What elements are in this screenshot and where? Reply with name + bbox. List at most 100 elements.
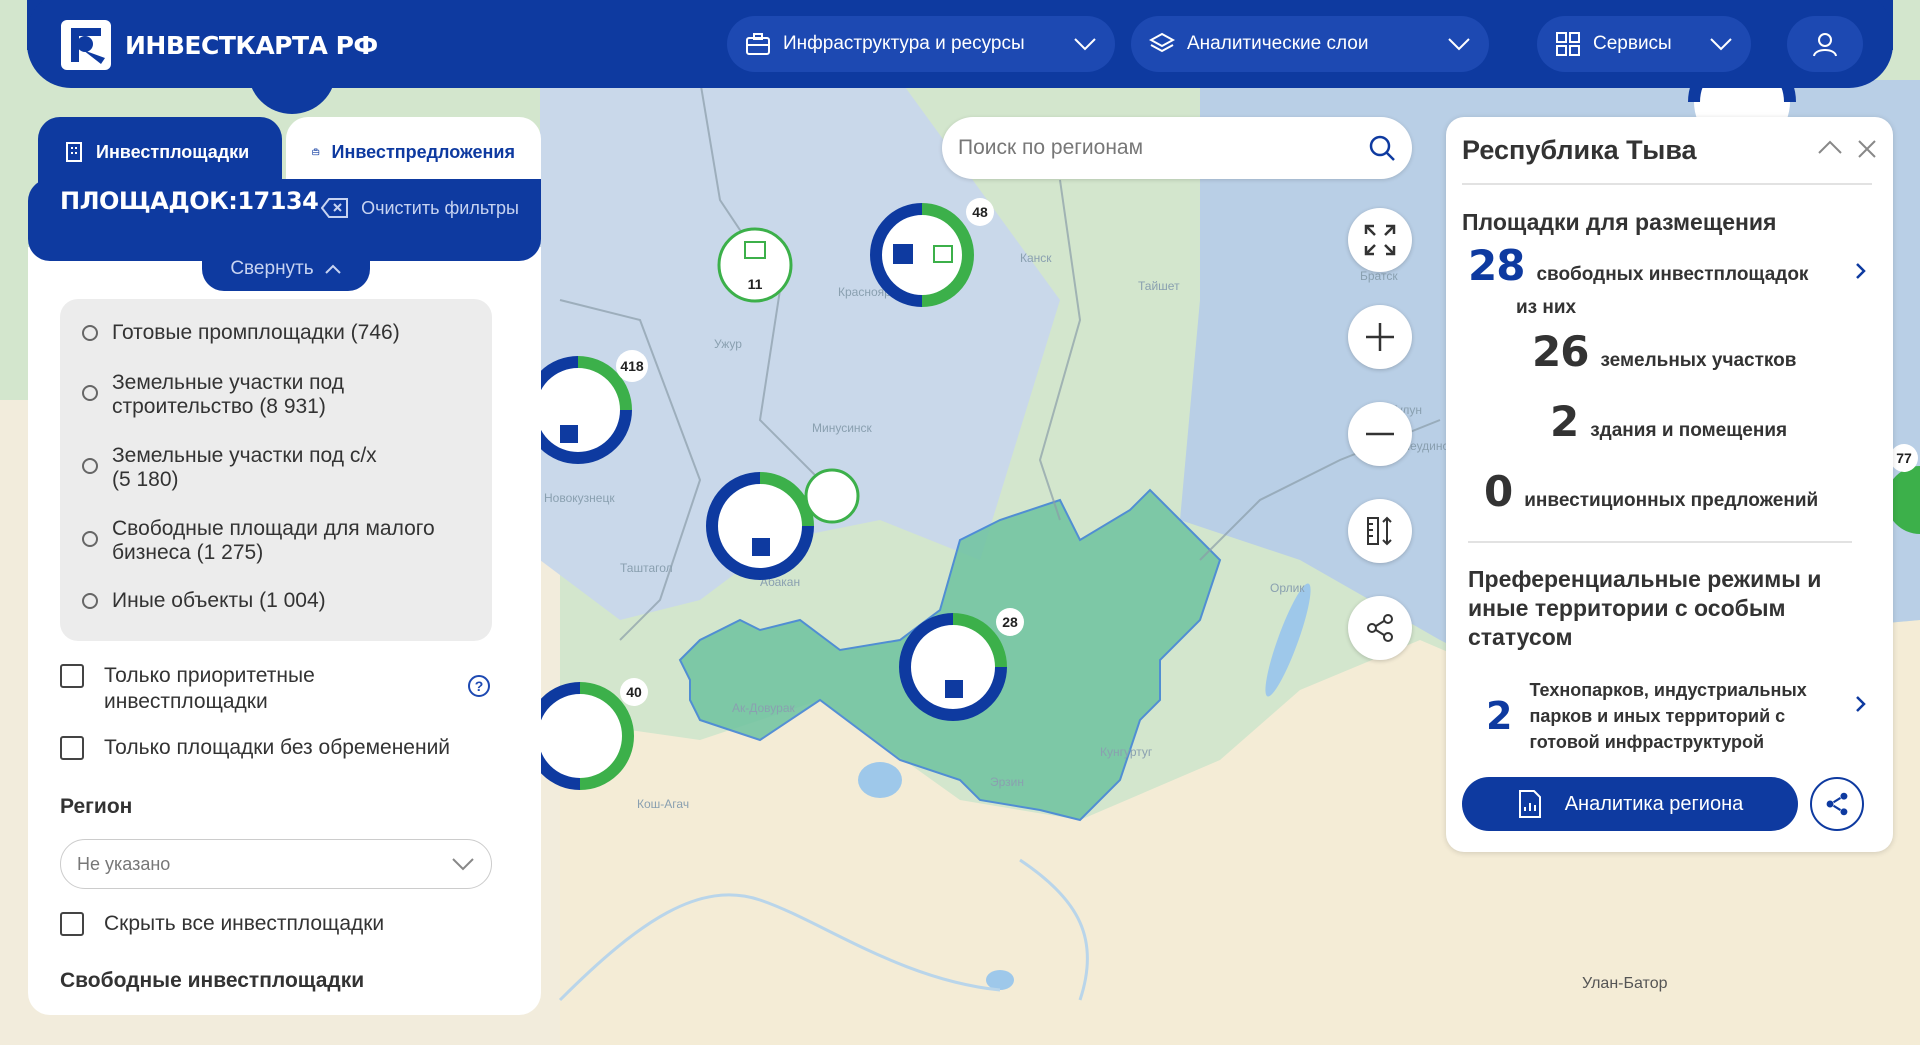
- nav-services-dropdown[interactable]: Сервисы: [1537, 16, 1751, 72]
- checkbox-label: инвестплощадки: [104, 690, 268, 713]
- analytics-button-label: Аналитика региона: [1564, 792, 1744, 815]
- chevron-right-icon[interactable]: [1855, 695, 1867, 713]
- chevron-down-icon: [1448, 38, 1470, 51]
- section-line: иные территории с особым: [1468, 595, 1786, 621]
- map-label: Минусинск: [812, 421, 873, 435]
- filter-option-label: Свободные площади для малого: [112, 517, 435, 540]
- no-encumbrance-checkbox-row[interactable]: Только площадки без обременений: [60, 735, 450, 761]
- divider: [1462, 183, 1872, 185]
- logo[interactable]: ИНВЕСТКАРТА РФ: [61, 20, 378, 70]
- grid-icon: [1556, 32, 1580, 56]
- map-label-ulan-bator: Улан-Батор: [1582, 975, 1668, 992]
- nav-infrastructure-dropdown[interactable]: Инфраструктура и ресурсы: [727, 16, 1115, 72]
- filter-option[interactable]: Готовые промплощадки (746): [82, 321, 400, 345]
- filter-option[interactable]: Земельные участки под с/х (5 180): [82, 444, 377, 492]
- tab-label: Инвестпредложения: [331, 141, 515, 162]
- tab-investsites[interactable]: Инвестплощадки: [38, 117, 282, 187]
- free-sites-stat[interactable]: 28 свободных инвестплощадок: [1468, 241, 1808, 290]
- close-icon[interactable]: [1857, 139, 1877, 159]
- cluster-count: 28: [1002, 614, 1018, 630]
- filter-option-label: (5 180): [112, 468, 179, 491]
- section-line: Преференциальные режимы и: [1468, 566, 1822, 592]
- chevron-right-icon[interactable]: [1855, 262, 1867, 280]
- stat-number: 2: [1486, 694, 1512, 738]
- briefcase-icon: [312, 148, 320, 156]
- map-label: Тайшет: [1138, 279, 1180, 293]
- map-cluster[interactable]: [706, 472, 814, 580]
- share-region-button[interactable]: [1810, 777, 1864, 831]
- stat-label: свободных инвестплощадок: [1536, 264, 1809, 285]
- collapse-button[interactable]: Свернуть: [202, 247, 370, 291]
- map-cluster[interactable]: 11: [717, 227, 793, 303]
- map-label: Таштагол: [620, 561, 673, 575]
- share-map-button[interactable]: [1348, 596, 1412, 660]
- nav-analytics-layers-dropdown[interactable]: Аналитические слои: [1131, 16, 1489, 72]
- region-analytics-button[interactable]: Аналитика региона: [1462, 777, 1798, 831]
- radio-button[interactable]: [82, 325, 98, 341]
- briefcase-icon: [746, 33, 770, 55]
- filter-option[interactable]: Земельные участки под строительство (8 93…: [82, 371, 344, 419]
- parks-line: парков и иных территорий с: [1529, 706, 1786, 726]
- filter-option-label: Земельные участки под с/х: [112, 444, 377, 467]
- no-encumbrance-checkbox[interactable]: [60, 736, 84, 760]
- search-icon[interactable]: [1368, 134, 1396, 162]
- user-profile-button[interactable]: [1787, 16, 1863, 72]
- filter-option[interactable]: Свободные площади для малого бизнеса (1 2…: [82, 517, 435, 565]
- stat-label: здания и помещения: [1590, 420, 1788, 441]
- priority-sites-checkbox[interactable]: [60, 664, 84, 688]
- nav-label: Сервисы: [1593, 33, 1672, 54]
- share-icon: [1826, 792, 1848, 816]
- filters-panel: Инвестпредложения Инвестплощадки ПЛОЩАДО…: [28, 117, 541, 1015]
- chevron-up-icon[interactable]: [1817, 139, 1843, 155]
- region-search-input[interactable]: Поиск по регионам: [942, 117, 1412, 179]
- map-label: Кош-Агач: [637, 797, 689, 811]
- building-icon: [66, 142, 82, 162]
- parks-line: готовой инфраструктурой: [1529, 732, 1765, 752]
- zoom-out-button[interactable]: [1348, 402, 1412, 466]
- top-navigation-bar: ИНВЕСТКАРТА РФ Инфраструктура и ресурсы …: [27, 0, 1893, 88]
- help-icon[interactable]: ?: [468, 675, 490, 697]
- minus-icon: [1366, 432, 1394, 436]
- parks-stat[interactable]: 2 Технопарков, индустриальных парков и и…: [1486, 677, 1807, 755]
- parks-label: Технопарков, индустриальных парков и ины…: [1529, 677, 1806, 755]
- cluster-count: 11: [748, 276, 763, 292]
- stat-number: 28: [1468, 241, 1525, 290]
- cluster-count: 77: [1896, 450, 1912, 466]
- checkbox-label: Только площадки без обременений: [104, 736, 451, 759]
- cluster-count: 40: [626, 684, 642, 700]
- radio-button[interactable]: [82, 593, 98, 609]
- priority-sites-checkbox-row[interactable]: Только приоритетные инвестплощадки: [60, 663, 315, 715]
- region-section-title: Регион: [60, 795, 133, 818]
- plus-icon: [1366, 323, 1394, 351]
- tab-investproposals[interactable]: Инвестпредложения: [286, 117, 541, 187]
- nav-label: Аналитические слои: [1187, 33, 1369, 54]
- stat-number: 2: [1550, 397, 1579, 446]
- region-select[interactable]: Не указано: [60, 839, 492, 889]
- ruler-button[interactable]: [1348, 499, 1412, 563]
- radio-button[interactable]: [82, 458, 98, 474]
- chevron-up-icon: [324, 264, 341, 274]
- map-cluster[interactable]: [804, 468, 860, 524]
- fullscreen-button[interactable]: [1348, 208, 1412, 272]
- preferential-section-title: Преференциальные режимы и иные территори…: [1468, 565, 1821, 652]
- cluster-count: 48: [972, 204, 988, 220]
- layers-icon: [1149, 32, 1175, 53]
- zoom-in-button[interactable]: [1348, 305, 1412, 369]
- filter-option[interactable]: Иные объекты (1 004): [82, 589, 326, 613]
- user-icon: [1813, 33, 1837, 57]
- parks-line: Технопарков, индустриальных: [1529, 680, 1807, 700]
- hide-all-checkbox-row[interactable]: Скрыть все инвестплощадки: [60, 911, 384, 937]
- clear-filters-label: Очистить фильтры: [361, 197, 519, 218]
- checkbox-label: Только приоритетные: [104, 664, 315, 687]
- share-icon: [1367, 614, 1393, 642]
- clear-filters-button[interactable]: Очистить фильтры: [321, 197, 519, 219]
- radio-button[interactable]: [82, 531, 98, 547]
- counter-label: ПЛОЩАДОК:: [60, 187, 238, 215]
- stat-number: 26: [1532, 327, 1589, 376]
- hide-all-checkbox[interactable]: [60, 912, 84, 936]
- radio-button[interactable]: [82, 385, 98, 401]
- proposals-stat: 0 инвестиционных предложений: [1484, 467, 1818, 516]
- map-label: Эрзин: [990, 775, 1024, 789]
- map-label: Орлик: [1270, 581, 1305, 595]
- clear-icon: [321, 198, 349, 218]
